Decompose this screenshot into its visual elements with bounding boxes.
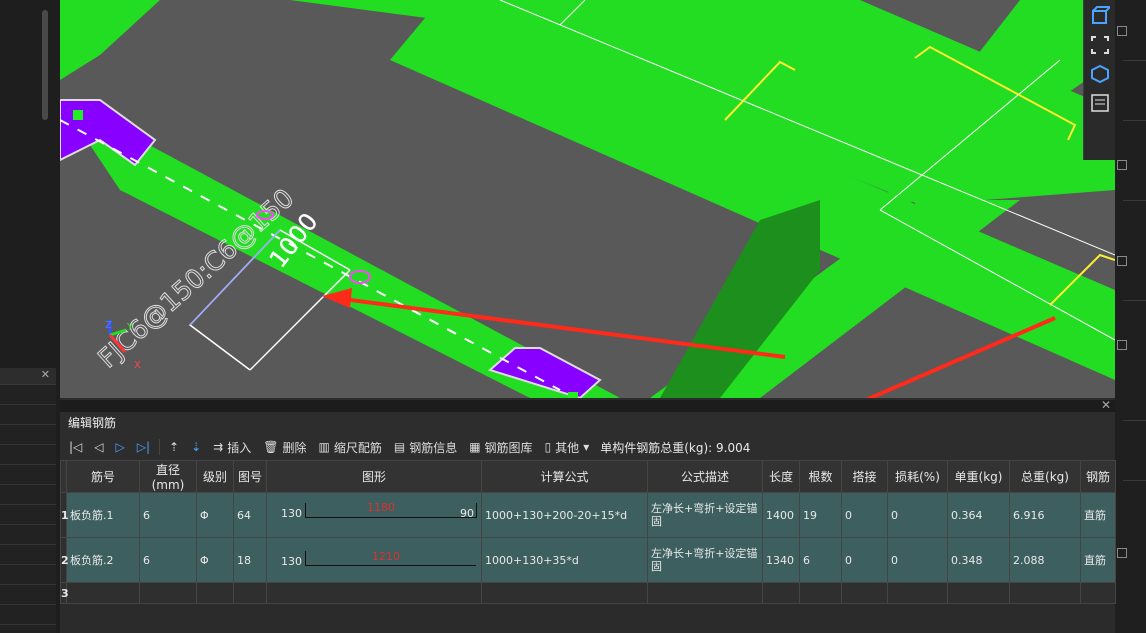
info-icon: ▤ [393, 440, 406, 454]
fit-view-icon[interactable] [1087, 32, 1113, 58]
3d-view-icon[interactable] [1087, 61, 1113, 87]
cell-loss[interactable]: 0 [887, 537, 948, 583]
insert-button[interactable]: ⇉ 插入 [208, 436, 256, 458]
rebar-table: 筋号 直径(mm) 级别 图号 图形 计算公式 公式描述 长度 根数 搭接 损耗… [60, 460, 1116, 604]
cell-lap[interactable]: 0 [841, 492, 888, 538]
table-row[interactable]: 2 板负筋.2 6 Φ 18 130 1210 1000+130+35*d 左净… [60, 537, 1116, 583]
svg-text:X: X [134, 360, 141, 371]
file-icon: ▯ [544, 440, 552, 454]
insert-icon: ⇉ [213, 440, 224, 454]
view-settings-icon[interactable] [1087, 90, 1113, 116]
cell-formula[interactable]: 1000+130+200-20+15*d [481, 492, 648, 538]
right-dock [1115, 0, 1146, 633]
col-header[interactable]: 损耗(%) [887, 460, 948, 493]
trash-icon: 🗑 [263, 440, 279, 454]
col-header[interactable]: 图形 [266, 460, 482, 493]
table-row-empty[interactable]: 3 [60, 582, 1116, 604]
rebar-toolbar: |◁ ◁ ▷ ▷| ⇡ ⇣ ⇉ 插入 🗑 删除 ▥ 缩尺配筋 ▤ 钢筋信息 ▦ 钢筋图库 … [60, 434, 1115, 460]
col-header[interactable]: 搭接 [841, 460, 888, 493]
cell-desc[interactable]: 左净长+弯折+设定锚固 [647, 492, 763, 538]
cell-desc[interactable]: 左净长+弯折+设定锚固 [647, 537, 763, 583]
3d-viewport[interactable]: 1000 FJC6@150:C6@150 Z Y X [60, 0, 1115, 398]
left-panel-header: ✕ [0, 368, 56, 385]
cell-length[interactable]: 1400 [762, 492, 800, 538]
col-header[interactable]: 单重(kg) [947, 460, 1010, 493]
col-header[interactable]: 总重(kg) [1009, 460, 1081, 493]
cell-lap[interactable]: 0 [841, 537, 888, 583]
left-property-panel: ✕ [0, 368, 56, 633]
cell-fig[interactable]: 64 [233, 492, 267, 538]
cell-grade[interactable]: Φ [196, 492, 234, 538]
cell-name[interactable]: 板负筋.1 [66, 492, 140, 538]
cell-diameter[interactable]: 6 [139, 537, 197, 583]
panel-close-icon[interactable]: ✕ [1101, 398, 1111, 412]
cell-type[interactable]: 直筋 [1080, 492, 1116, 538]
rebar-library-button[interactable]: ▦ 钢筋图库 [464, 436, 537, 458]
move-down-icon[interactable]: ⇣ [186, 436, 206, 458]
prev-record-icon[interactable]: ◁ [89, 436, 108, 458]
cell-unit-weight[interactable]: 0.348 [947, 537, 1010, 583]
col-header[interactable]: 计算公式 [481, 460, 648, 493]
cell-total-weight[interactable]: 6.916 [1009, 492, 1081, 538]
move-up-icon[interactable]: ⇡ [164, 436, 184, 458]
col-header[interactable]: 根数 [799, 460, 842, 493]
first-record-icon[interactable]: |◁ [64, 436, 87, 458]
rebar-info-button[interactable]: ▤ 钢筋信息 [389, 436, 462, 458]
cell-shape[interactable]: 130 1180 90 [266, 492, 482, 538]
col-header[interactable]: 长度 [762, 460, 800, 493]
cell-name[interactable]: 板负筋.2 [66, 537, 140, 583]
left-scrollbar[interactable] [42, 10, 48, 120]
cell-length[interactable]: 1340 [762, 537, 800, 583]
col-header[interactable]: 筋号 [66, 460, 140, 493]
panel-title: 编辑钢筋 [60, 412, 1115, 434]
next-record-icon[interactable]: ▷ [111, 436, 130, 458]
cell-unit-weight[interactable]: 0.364 [947, 492, 1010, 538]
cell-formula[interactable]: 1000+130+35*d [481, 537, 648, 583]
cell-fig[interactable]: 18 [233, 537, 267, 583]
cell-total-weight[interactable]: 2.088 [1009, 537, 1081, 583]
left-panel-close-icon[interactable]: ✕ [41, 368, 50, 381]
cell-count[interactable]: 6 [799, 537, 842, 583]
table-header-row: 筋号 直径(mm) 级别 图号 图形 计算公式 公式描述 长度 根数 搭接 损耗… [60, 460, 1116, 493]
col-header[interactable]: 级别 [196, 460, 234, 493]
col-header[interactable]: 直径(mm) [139, 460, 197, 493]
cell-count[interactable]: 19 [799, 492, 842, 538]
chevron-down-icon: ▾ [583, 440, 590, 454]
delete-button[interactable]: 🗑 删除 [258, 436, 311, 458]
cell-loss[interactable]: 0 [887, 492, 948, 538]
svg-text:Y: Y [126, 322, 134, 333]
model-canvas[interactable]: 1000 FJC6@150:C6@150 Z Y X [60, 0, 1115, 398]
table-row[interactable]: 1 板负筋.1 6 Φ 64 130 1180 90 1000+130+200-… [60, 492, 1116, 538]
col-header[interactable]: 图号 [233, 460, 267, 493]
total-weight-label: 单构件钢筋总重(kg): 9.004 [600, 440, 751, 455]
cell-type[interactable]: 直筋 [1080, 537, 1116, 583]
col-header[interactable]: 钢筋 [1080, 460, 1116, 493]
svg-text:Z: Z [105, 320, 112, 331]
scale-icon: ▥ [318, 440, 330, 454]
beam-top-left [60, 0, 160, 80]
other-dropdown[interactable]: ▯ 其他 ▾ [540, 436, 595, 458]
last-record-icon[interactable]: ▷| [132, 436, 155, 458]
cell-grade[interactable]: Φ [196, 537, 234, 583]
view-toolbar [1083, 0, 1116, 160]
view-cube-icon[interactable] [1087, 3, 1113, 29]
library-icon: ▦ [469, 440, 481, 454]
cell-diameter[interactable]: 6 [139, 492, 197, 538]
scale-rebar-button[interactable]: ▥ 缩尺配筋 [313, 436, 386, 458]
cell-shape[interactable]: 130 1210 [266, 537, 482, 583]
col-header[interactable]: 公式描述 [647, 460, 763, 493]
edit-rebar-panel: ✕ 编辑钢筋 |◁ ◁ ▷ ▷| ⇡ ⇣ ⇉ 插入 🗑 删除 ▥ 缩尺配筋 ▤ 钢筋信息… [60, 398, 1116, 633]
